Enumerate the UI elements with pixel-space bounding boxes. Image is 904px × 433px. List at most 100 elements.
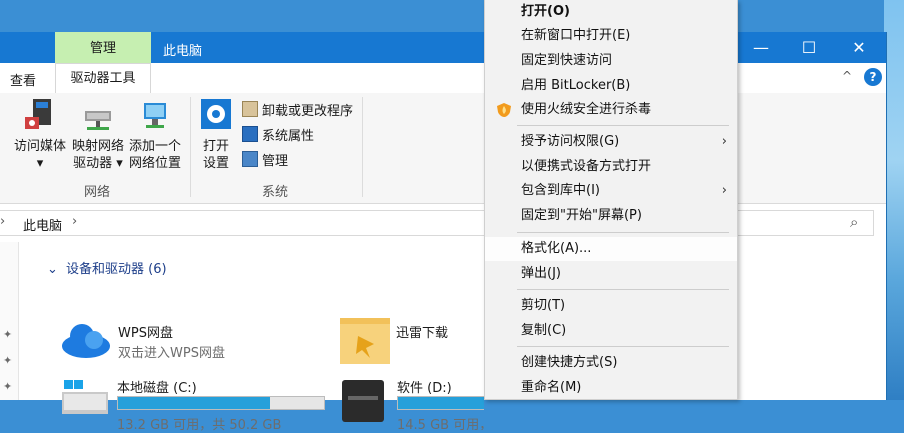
menu-item-label: 复制(C) — [521, 323, 567, 338]
tab-manage[interactable]: 管理 — [55, 32, 151, 63]
drive-c-tile[interactable]: 本地磁盘 (C:) 13.2 GB 可用，共 50.2 GB — [60, 378, 330, 433]
title-bar: 管理 此电脑 — ☐ ✕ — [0, 32, 886, 63]
collapse-ribbon-icon[interactable]: ^ — [842, 69, 856, 83]
drive-usage-fill — [398, 397, 484, 409]
help-icon[interactable]: ? — [864, 68, 882, 86]
network-drive-icon — [85, 111, 111, 130]
menu-item-open-new-window[interactable]: 在新窗口中打开(E) — [485, 24, 737, 48]
access-media-label-1: 访问媒体 — [13, 139, 66, 154]
menu-item-label: 使用火绒安全进行杀毒 — [521, 102, 652, 117]
maximize-button[interactable]: ☐ — [784, 32, 834, 63]
manage-button[interactable]: 管理 — [242, 151, 288, 170]
search-icon[interactable]: ⌕ — [850, 213, 858, 231]
menu-item-label: 以便携式设备方式打开 — [521, 159, 652, 174]
menu-item-label: 重命名(M) — [521, 380, 582, 395]
menu-item-label: 启用 BitLocker(B) — [521, 78, 631, 93]
system-properties-label: 系统属性 — [262, 129, 315, 144]
menu-item-bitlocker[interactable]: 启用 BitLocker(B) — [485, 74, 737, 98]
wps-cloud-tile[interactable]: WPS网盘 双击进入WPS网盘 — [60, 320, 320, 364]
map-drive-label-1: 映射网络 — [71, 139, 124, 154]
add-location-label-1: 添加一个 — [128, 139, 181, 154]
tile-name: WPS网盘 — [118, 326, 173, 341]
drive-d-tile[interactable]: 软件 (D:) 14.5 GB 可用， — [340, 378, 484, 430]
pin-icon[interactable]: ✦ — [3, 328, 12, 341]
group-header-label: 设备和驱动器 (6) — [66, 262, 167, 277]
menu-item-include-library[interactable]: 包含到库中(I) › — [485, 179, 737, 203]
menu-item-portable-device[interactable]: 以便携式设备方式打开 — [485, 155, 737, 179]
network-location-icon — [144, 103, 166, 128]
breadcrumb-separator-icon[interactable]: › — [72, 214, 77, 229]
xunlei-download-tile[interactable]: 迅雷下载 — [340, 314, 484, 366]
menu-item-eject[interactable]: 弹出(J) — [485, 262, 737, 286]
open-settings-label-2: 设置 — [202, 156, 229, 171]
system-group-label: 系统 — [262, 185, 289, 200]
menu-separator — [517, 232, 729, 233]
menu-separator — [517, 289, 729, 290]
huorong-shield-icon — [497, 103, 511, 117]
tile-name: 本地磁盘 (C:) — [117, 381, 197, 396]
desktop-wallpaper — [884, 0, 904, 400]
close-button[interactable]: ✕ — [834, 32, 884, 63]
menu-item-label: 包含到库中(I) — [521, 183, 600, 198]
cloud-icon — [62, 324, 110, 358]
navigation-pane: ✦ ✦ ✦ — [0, 242, 19, 400]
menu-item-pin-quick-access[interactable]: 固定到快速访问 — [485, 49, 737, 73]
tab-view[interactable]: 查看 — [10, 70, 36, 89]
ribbon-separator — [190, 97, 191, 197]
uninstall-programs-button[interactable]: 卸载或更改程序 — [242, 101, 353, 120]
menu-item-cut[interactable]: 剪切(T) — [485, 294, 737, 318]
uninstall-label: 卸载或更改程序 — [262, 104, 354, 119]
menu-item-label: 在新窗口中打开(E) — [521, 28, 631, 43]
open-settings-button[interactable]: 打开 设置 — [196, 97, 236, 172]
menu-item-label: 打开(O) — [521, 4, 570, 19]
menu-item-format[interactable]: 格式化(A)... — [485, 237, 737, 261]
chevron-down-icon: ⌄ — [47, 262, 58, 277]
window-title: 此电脑 — [163, 44, 203, 59]
ribbon: 访问媒体 ▾ 映射网络 驱动器 ▾ 添加一个 网络位置 网络 打开 设置 卸载或… — [0, 93, 886, 204]
tile-subtitle: 双击进入WPS网盘 — [118, 346, 225, 361]
add-network-location-button[interactable]: 添加一个 网络位置 — [126, 97, 184, 172]
folder-icon — [340, 318, 390, 364]
media-server-icon — [25, 99, 51, 129]
menu-item-create-shortcut[interactable]: 创建快捷方式(S) — [485, 351, 737, 375]
menu-item-rename[interactable]: 重命名(M) — [485, 376, 737, 400]
ribbon-separator — [362, 97, 363, 197]
menu-item-label: 固定到快速访问 — [521, 53, 613, 68]
menu-item-pin-start[interactable]: 固定到"开始"屏幕(P) — [485, 204, 737, 228]
system-properties-button[interactable]: 系统属性 — [242, 126, 314, 145]
address-left-chevron-icon: › — [0, 214, 6, 229]
open-settings-label-1: 打开 — [202, 139, 229, 154]
context-menu: 打开(O) 在新窗口中打开(E) 固定到快速访问 启用 BitLocker(B)… — [484, 0, 738, 400]
menu-item-huorong-scan[interactable]: 使用火绒安全进行杀毒 — [485, 98, 737, 122]
map-drive-label-2: 驱动器 ▾ — [73, 156, 123, 171]
map-drive-button[interactable]: 映射网络 驱动器 ▾ — [70, 97, 126, 172]
tab-drive-tools[interactable]: 驱动器工具 — [55, 63, 151, 93]
ribbon-tab-row: 查看 驱动器工具 ^ ? — [0, 63, 886, 94]
gear-icon — [201, 99, 231, 129]
menu-item-open[interactable]: 打开(O) — [485, 0, 737, 24]
system-properties-icon — [242, 126, 258, 142]
minimize-button[interactable]: — — [736, 32, 786, 63]
menu-item-copy[interactable]: 复制(C) — [485, 319, 737, 343]
explorer-window: 管理 此电脑 — ☐ ✕ 查看 驱动器工具 ^ ? 访问媒体 ▾ 映射网络 驱动… — [0, 32, 887, 433]
add-location-label-2: 网络位置 — [128, 156, 181, 171]
menu-item-label: 固定到"开始"屏幕(P) — [521, 208, 642, 223]
pin-icon[interactable]: ✦ — [3, 380, 12, 393]
windows-drive-icon — [62, 380, 108, 414]
tile-name: 迅雷下载 — [396, 326, 449, 341]
manage-label: 管理 — [262, 154, 289, 169]
menu-item-grant-access[interactable]: 授予访问权限(G) › — [485, 130, 737, 154]
menu-item-label: 授予访问权限(G) — [521, 134, 620, 149]
breadcrumb-this-pc[interactable]: 此电脑 — [23, 215, 62, 234]
tile-name: 软件 (D:) — [397, 381, 452, 396]
group-header[interactable]: ⌄ 设备和驱动器 (6) — [47, 258, 167, 277]
menu-item-label: 格式化(A)... — [521, 241, 592, 256]
pin-icon[interactable]: ✦ — [3, 354, 12, 367]
drive-usage-fill — [118, 397, 271, 409]
address-bar: › 此电脑 › ⌕ — [0, 208, 886, 238]
access-media-label-2: ▾ — [36, 156, 44, 171]
access-media-button[interactable]: 访问媒体 ▾ — [10, 97, 70, 172]
address-box[interactable]: › 此电脑 › ⌕ — [0, 210, 874, 236]
drive-usage-bar — [117, 396, 325, 410]
menu-separator — [517, 346, 729, 347]
